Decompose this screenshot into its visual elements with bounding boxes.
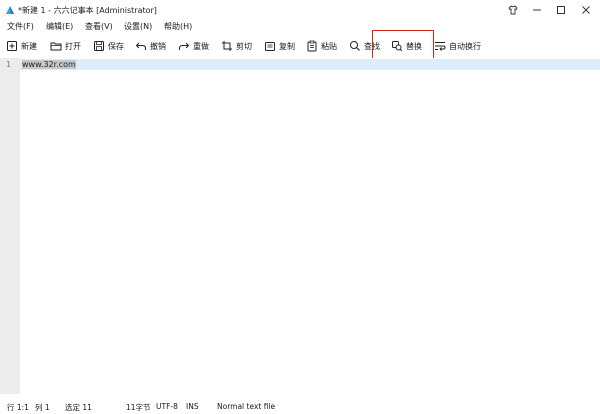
status-encoding: UTF-8 <box>156 402 178 411</box>
open-label: 打开 <box>65 41 81 51</box>
line-number: 1 <box>6 60 11 69</box>
new-file-icon <box>7 41 17 51</box>
menu-view[interactable]: 查看(V) <box>85 21 113 32</box>
copy-icon <box>265 42 275 51</box>
new-button[interactable]: 新建 <box>6 37 37 55</box>
redo-label: 重做 <box>193 41 209 51</box>
status-bytes: 11字节 <box>126 403 151 412</box>
word-wrap-button[interactable]: 自动换行 <box>434 37 481 55</box>
undo-button[interactable]: 撤销 <box>135 37 166 55</box>
current-line-highlight <box>20 59 600 70</box>
copy-button[interactable]: 复制 <box>264 37 295 55</box>
minimize-button[interactable] <box>529 3 545 17</box>
save-icon <box>94 41 104 51</box>
copy-label: 复制 <box>279 41 295 51</box>
editor-line[interactable]: www.32r.com <box>22 59 76 70</box>
folder-icon <box>50 42 62 51</box>
close-button[interactable] <box>578 3 594 17</box>
menu-file[interactable]: 文件(F) <box>7 21 34 32</box>
status-column: 列 1 <box>35 403 50 412</box>
cut-button[interactable]: 剪切 <box>221 37 252 55</box>
window-title: *新建 1 - 六六记事本 [Administrator] <box>18 6 157 15</box>
paste-button[interactable]: 粘贴 <box>306 37 337 55</box>
title-bar: *新建 1 - 六六记事本 [Administrator] <box>0 0 600 20</box>
undo-label: 撤销 <box>150 41 166 51</box>
menu-bar: 文件(F) 编辑(E) 查看(V) 设置(N) 帮助(H) <box>0 20 600 33</box>
new-label: 新建 <box>21 41 37 51</box>
shirt-icon <box>508 5 518 15</box>
toolbar: 新建 打开 保存 撤销 重做 剪切 复制 粘贴 查找 替换 自动换行 <box>0 35 600 57</box>
redo-icon <box>179 42 190 50</box>
undo-icon <box>135 42 146 50</box>
close-icon <box>582 6 590 14</box>
status-selection: 选定 11 <box>65 403 92 412</box>
word-wrap-label: 自动换行 <box>449 41 481 51</box>
crop-cut-icon <box>222 41 232 51</box>
cut-label: 剪切 <box>236 41 252 51</box>
search-icon <box>350 41 360 51</box>
word-wrap-icon <box>435 42 446 51</box>
minimize-icon <box>533 9 541 11</box>
line-number-gutter: 1 <box>0 58 20 394</box>
status-position: 行 1:1 <box>7 403 29 412</box>
redo-button[interactable]: 重做 <box>178 37 209 55</box>
skin-button[interactable] <box>505 3 521 17</box>
paste-label: 粘贴 <box>321 41 337 51</box>
menu-settings[interactable]: 设置(N) <box>124 21 152 32</box>
selected-text[interactable]: www.32r.com <box>22 60 76 69</box>
clipboard-icon <box>307 40 317 52</box>
save-button[interactable]: 保存 <box>93 37 124 55</box>
maximize-icon <box>557 6 565 14</box>
maximize-button[interactable] <box>553 3 569 17</box>
open-button[interactable]: 打开 <box>50 37 81 55</box>
status-mode: INS <box>186 402 199 411</box>
status-bar: 行 1:1 列 1 选定 11 11字节 UTF-8 INS Normal te… <box>0 398 600 414</box>
save-label: 保存 <box>108 41 124 51</box>
menu-edit[interactable]: 编辑(E) <box>46 21 73 32</box>
menu-help[interactable]: 帮助(H) <box>164 21 192 32</box>
status-file-type: Normal text file <box>217 402 276 411</box>
text-editor[interactable]: 1 www.32r.com <box>0 58 600 394</box>
app-logo-icon <box>6 6 14 14</box>
